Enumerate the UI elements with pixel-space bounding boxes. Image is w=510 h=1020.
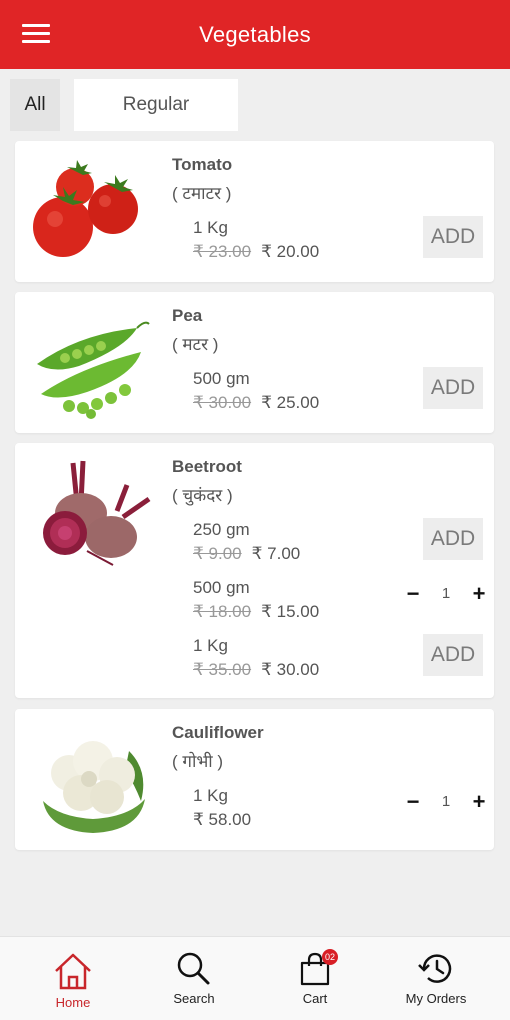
variant-row: 1 Kg ₹ 35.00 ₹ 30.00 ADD	[193, 634, 483, 688]
variant-row: 250 gm ₹ 9.00 ₹ 7.00 ADD	[193, 518, 483, 572]
product-card-beetroot: Beetroot ( चुकंदर ) 250 gm ₹ 9.00 ₹ 7.00 …	[15, 443, 494, 698]
pea-image	[37, 321, 150, 419]
product-name: Tomato	[172, 155, 233, 174]
variant-qty: 1 Kg	[193, 786, 228, 805]
variant-mrp: ₹ 30.00	[193, 393, 252, 412]
nav-label: Search	[173, 991, 215, 1006]
tab-all[interactable]: All	[10, 79, 60, 131]
cauliflower-image	[43, 741, 145, 833]
quantity-value: 1	[441, 793, 451, 810]
tab-regular[interactable]: Regular	[74, 79, 238, 131]
variant-row: 1 Kg ₹ 23.00 ₹ 20.00 ADD	[193, 216, 483, 270]
product-name: Beetroot	[172, 457, 242, 476]
add-button[interactable]: ADD	[423, 518, 483, 560]
variant-price: ₹ 7.00	[251, 544, 301, 563]
add-button[interactable]: ADD	[423, 367, 483, 409]
variant-price-line: ₹ 9.00 ₹ 7.00	[193, 544, 300, 564]
product-name: Pea	[172, 306, 203, 325]
nav-cart[interactable]: 02 Cart	[260, 949, 370, 1015]
history-icon	[418, 954, 452, 983]
nav-label: Cart	[302, 991, 328, 1006]
variant-mrp: ₹ 35.00	[193, 660, 252, 679]
variant-mrp: ₹ 18.00	[193, 602, 252, 621]
home-icon	[55, 953, 91, 990]
variant-price-line: ₹ 23.00 ₹ 20.00	[193, 242, 319, 262]
increment-button[interactable]: +	[467, 580, 491, 610]
variant-price-line: ₹ 30.00 ₹ 25.00	[193, 393, 319, 413]
variant-price: ₹ 58.00	[193, 810, 252, 829]
product-card-cauliflower: Cauliflower ( गोभी ) 1 Kg ₹ 58.00 − 1 +	[15, 709, 494, 850]
increment-button[interactable]: +	[467, 788, 491, 818]
quantity-value: 1	[441, 585, 451, 602]
product-card-tomato: Tomato ( टमाटर ) 1 Kg ₹ 23.00 ₹ 20.00 ADD	[15, 141, 494, 282]
decrement-button[interactable]: −	[401, 788, 425, 818]
app-bar: Vegetables	[0, 0, 510, 69]
variant-price-line: ₹ 35.00 ₹ 30.00	[193, 660, 319, 680]
add-button[interactable]: ADD	[423, 634, 483, 676]
variant-mrp: ₹ 23.00	[193, 242, 252, 261]
variant-row: 500 gm ₹ 18.00 ₹ 15.00 − 1 +	[193, 578, 485, 630]
quantity-stepper: − 1 +	[401, 788, 491, 818]
nav-label: My Orders	[405, 991, 467, 1006]
variant-price: ₹ 15.00	[261, 602, 320, 621]
product-local-name: ( चुकंदर )	[172, 486, 233, 505]
product-local-name: ( गोभी )	[172, 752, 224, 771]
search-icon	[177, 952, 210, 985]
variant-row: 500 gm ₹ 30.00 ₹ 25.00 ADD	[193, 367, 483, 421]
variant-qty: 500 gm	[193, 578, 250, 597]
tomato-image	[33, 160, 138, 257]
bottom-navigation: Home Search 02 Cart My Orders	[0, 936, 510, 1020]
nav-my-orders[interactable]: My Orders	[381, 951, 491, 1015]
variant-price-line: ₹ 58.00	[193, 810, 251, 830]
product-local-name: ( टमाटर )	[172, 184, 232, 203]
add-button[interactable]: ADD	[423, 216, 483, 258]
variant-qty: 250 gm	[193, 520, 250, 539]
variant-price: ₹ 20.00	[261, 242, 320, 261]
variant-qty: 1 Kg	[193, 636, 228, 655]
product-card-pea: Pea ( मटर ) 500 gm ₹ 30.00 ₹ 25.00 ADD	[15, 292, 494, 433]
product-local-name: ( मटर )	[172, 335, 219, 354]
variant-price: ₹ 30.00	[261, 660, 320, 679]
variant-qty: 1 Kg	[193, 218, 228, 237]
cart-badge: 02	[322, 949, 338, 965]
page-title: Vegetables	[199, 22, 311, 47]
nav-search[interactable]: Search	[139, 951, 249, 1015]
nav-home[interactable]: Home	[18, 951, 128, 1015]
variant-row: 1 Kg ₹ 58.00 − 1 +	[193, 786, 485, 838]
variant-price-line: ₹ 18.00 ₹ 15.00	[193, 602, 319, 622]
decrement-button[interactable]: −	[401, 580, 425, 610]
product-name: Cauliflower	[172, 723, 264, 742]
beetroot-image	[43, 460, 151, 566]
variant-mrp: ₹ 9.00	[193, 544, 242, 563]
nav-label: Home	[55, 995, 91, 1010]
variant-qty: 500 gm	[193, 369, 250, 388]
quantity-stepper: − 1 +	[401, 580, 491, 610]
variant-price: ₹ 25.00	[261, 393, 320, 412]
